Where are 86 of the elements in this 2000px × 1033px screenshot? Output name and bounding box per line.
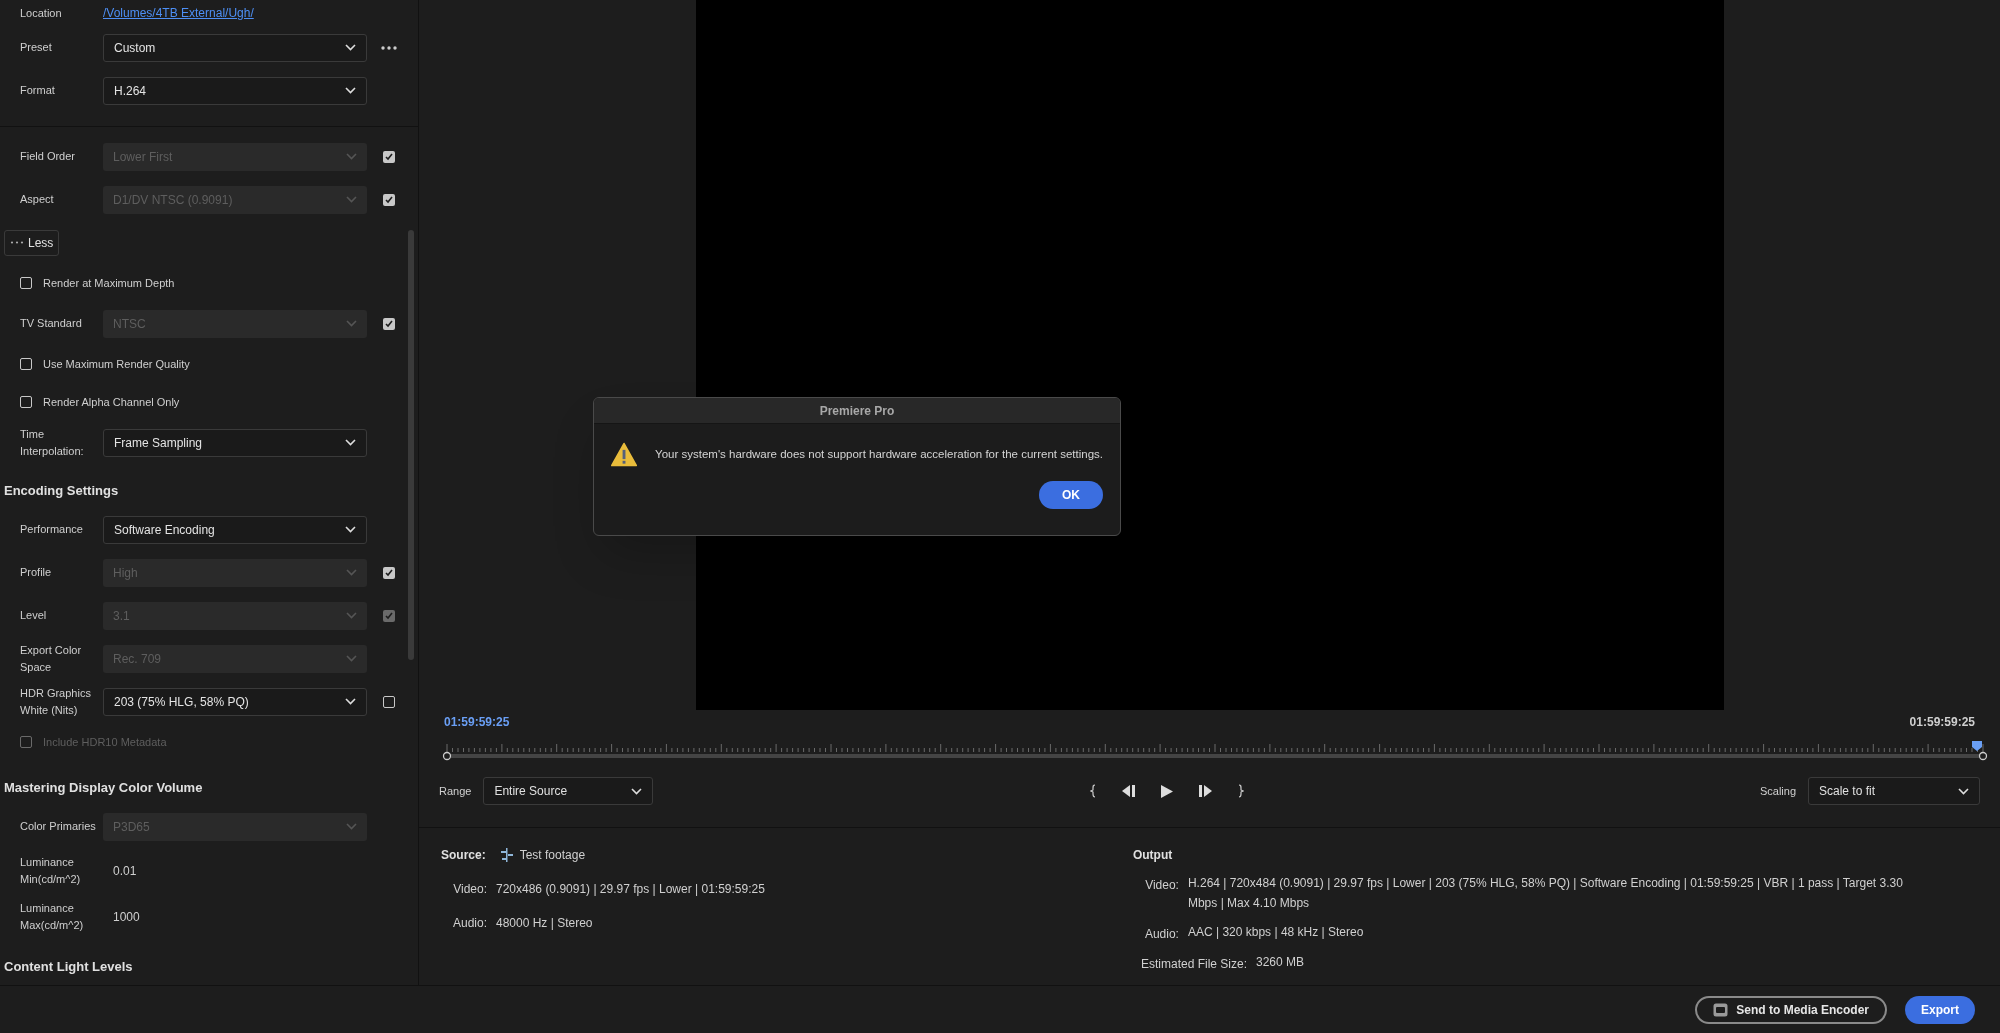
section-heading: Content Light Levels (4, 957, 133, 976)
mark-in-icon[interactable] (1089, 784, 1096, 798)
location-link[interactable]: /Volumes/4TB External/Ugh/ (103, 4, 254, 22)
ok-button[interactable]: OK (1039, 481, 1103, 509)
chevron-down-icon (346, 612, 357, 619)
range-dropdown[interactable]: Entire Source (483, 777, 654, 805)
checkbox-label: Use Maximum Render Quality (43, 356, 190, 372)
field-label: Time Interpolation: (19, 426, 85, 459)
dropdown[interactable]: H.264 (103, 76, 367, 105)
info-label: Audio: (451, 915, 487, 932)
dropdown[interactable]: Software Encoding (103, 515, 367, 544)
field-label: Format (19, 83, 56, 98)
more-icon (10, 241, 24, 244)
field-label: Level (19, 608, 48, 623)
step-forward-icon[interactable] (1197, 784, 1214, 798)
start-timecode: 01:59:59:25 (444, 714, 510, 731)
section-heading: Mastering Display Color Volume (4, 778, 203, 797)
field-label: Field Order (19, 149, 77, 164)
more-icon[interactable] (381, 45, 397, 50)
checkbox-label: Render Alpha Channel Only (43, 394, 180, 410)
mark-out-icon[interactable] (1237, 784, 1244, 798)
chevron-down-icon (345, 439, 356, 446)
sequence-icon (499, 848, 514, 862)
chevron-down-icon (346, 655, 357, 662)
chevron-down-icon (345, 526, 356, 533)
dialog-title: Premiere Pro (819, 402, 895, 420)
field-label: Luminance Min(cd/m^2) (19, 855, 82, 887)
chevron-down-icon (631, 787, 643, 795)
field-label: Color Primaries (19, 819, 97, 834)
checkbox-label: Render at Maximum Depth (43, 275, 175, 291)
info-value: 48000 Hz | Stereo (496, 915, 593, 932)
field-label: Performance (19, 522, 84, 537)
info-label: Video: (452, 881, 487, 898)
clip-name: Test footage (519, 847, 586, 864)
checkbox[interactable] (20, 396, 32, 408)
dropdown[interactable]: 203 (75% HLG, 58% PQ) (103, 687, 367, 716)
field-label: TV Standard (19, 316, 83, 331)
dropdown[interactable]: Custom (103, 33, 367, 62)
chevron-down-icon (345, 87, 356, 94)
chevron-down-icon (345, 698, 356, 705)
chevron-down-icon (345, 44, 356, 51)
scaling-label: Scaling (1759, 783, 1796, 799)
checkbox[interactable] (20, 277, 32, 289)
chevron-down-icon (346, 320, 357, 327)
field-label: Preset (19, 40, 53, 55)
warning-icon[interactable] (611, 440, 638, 469)
checkbox[interactable] (20, 358, 32, 370)
dropdown[interactable]: Frame Sampling (103, 428, 367, 457)
send-to-media-encoder-button[interactable]: Send to Media Encoder (1695, 995, 1887, 1024)
field-label: Luminance Max(cd/m^2) (19, 901, 85, 933)
chevron-down-icon (346, 153, 357, 160)
dialog-message: Your system's hardware does not support hardware acceleration for the current settings. (655, 446, 1103, 462)
field-value: 0.01 (112, 863, 137, 880)
info-label: Audio: (1143, 926, 1179, 943)
info-label: Video: (1144, 877, 1179, 894)
section-heading: Encoding Settings (4, 481, 119, 500)
field-label: Profile (19, 565, 53, 580)
info-label: Estimated File Size: (1140, 956, 1247, 973)
out-point-handle[interactable] (1978, 751, 1988, 761)
less-button[interactable]: Less (4, 229, 60, 256)
play-icon[interactable] (1159, 783, 1174, 799)
in-point-handle[interactable] (442, 751, 452, 761)
info-value: 720x486 (0.9091) | 29.97 fps | Lower | 01:59:59:25 (496, 881, 765, 898)
output-heading: Output (1132, 847, 1174, 864)
scaling-dropdown[interactable]: Scale to fit (1808, 777, 1980, 805)
info-value: AAC | 320 kbps | 48 kHz | Stereo (1187, 924, 1365, 941)
info-value: H.264 | 720x484 (0.9091) | 29.97 fps | Lower | 203 (75% HLG, 58% PQ) | Software Encoding | 01:59:59:25 | VBR | 1 pass | Target 3.30 Mbps | Max 4.10 Mbps (1187, 875, 1904, 912)
field-value: 1000 (112, 909, 140, 926)
chevron-down-icon (1958, 787, 1969, 795)
chevron-down-icon (346, 569, 357, 576)
checkbox[interactable] (383, 695, 395, 708)
source-label: Source: (441, 847, 486, 864)
info-value: 3260 MB (1256, 954, 1306, 971)
export-button[interactable]: Export (1905, 995, 1975, 1024)
timeline-track[interactable] (451, 754, 1979, 758)
field-label: Location (19, 5, 63, 21)
field-label: HDR Graphics White (Nits) (19, 685, 92, 718)
field-label: Aspect (19, 192, 55, 207)
playhead[interactable] (1972, 741, 1982, 751)
chevron-down-icon (346, 823, 357, 830)
checkbox-label: Include HDR10 Metadata (43, 734, 167, 750)
range-label: Range (439, 783, 472, 799)
field-label: Export Color Space (19, 642, 83, 675)
app-icon (1713, 1002, 1729, 1017)
end-timecode: 01:59:59:25 (1909, 714, 1975, 731)
chevron-down-icon (346, 196, 357, 203)
